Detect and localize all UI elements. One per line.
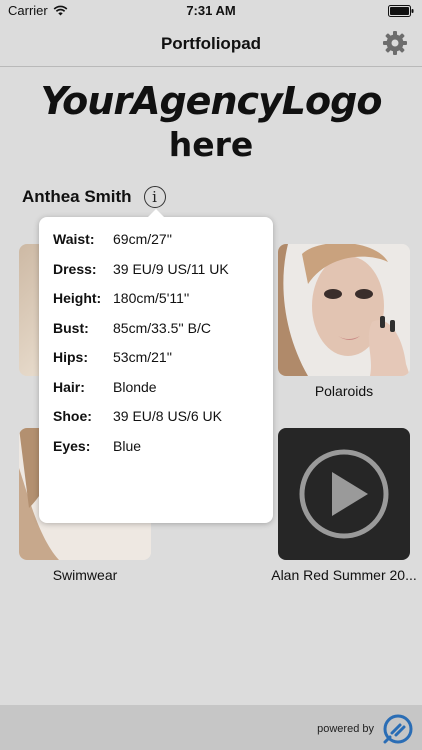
- stat-key: Hair:: [53, 379, 85, 395]
- stat-value: 69cm/27'': [113, 231, 173, 247]
- stat-row-hips: Hips: 53cm/21'': [53, 349, 172, 365]
- stat-key: Eyes:: [53, 438, 91, 454]
- gallery-caption-swimwear[interactable]: Swimwear: [19, 567, 151, 583]
- stat-value: 85cm/33.5'' B/C: [113, 320, 211, 336]
- stat-value: 39 EU/8 US/6 UK: [113, 408, 222, 424]
- battery-icon: [388, 5, 414, 17]
- stat-row-eyes: Eyes: Blue: [53, 438, 141, 454]
- popover-arrow: [147, 209, 165, 218]
- status-bar: Carrier 7:31 AM: [0, 0, 422, 22]
- portfoliopad-logo-icon[interactable]: [382, 713, 414, 745]
- stat-row-hair: Hair: Blonde: [53, 379, 157, 395]
- stat-row-bust: Bust: 85cm/33.5'' B/C: [53, 320, 211, 336]
- gear-icon[interactable]: [382, 30, 408, 56]
- stat-key: Hips:: [53, 349, 88, 365]
- stat-key: Shoe:: [53, 408, 92, 424]
- gallery-caption-video[interactable]: Alan Red Summer 20...: [268, 567, 420, 583]
- agency-logo-line1: YourAgencyLogo: [40, 79, 383, 123]
- gallery-thumb-video[interactable]: [278, 428, 410, 560]
- model-header: Anthea Smith i: [22, 186, 166, 208]
- stat-value: 180cm/5'11'': [113, 290, 190, 306]
- gallery-caption-polaroids[interactable]: Polaroids: [278, 383, 410, 399]
- footer-bar: powered by: [0, 705, 422, 750]
- stat-row-waist: Waist: 69cm/27'': [53, 231, 172, 247]
- gallery-thumb-polaroids[interactable]: [278, 244, 410, 376]
- nav-title: Portfoliopad: [160, 34, 262, 53]
- stat-key: Waist:: [53, 231, 95, 247]
- powered-by-label: powered by: [317, 723, 374, 735]
- navigation-bar: Portfoliopad: [0, 22, 422, 67]
- model-stats-popover: Waist: 69cm/27'' Dress: 39 EU/9 US/11 UK…: [39, 209, 273, 523]
- stat-key: Height:: [53, 290, 102, 306]
- agency-logo-line2: here: [168, 125, 254, 164]
- status-time: 7:31 AM: [186, 3, 236, 18]
- model-name: Anthea Smith: [22, 187, 132, 206]
- polaroids-photo: [278, 244, 410, 376]
- stat-key: Bust:: [53, 320, 89, 336]
- stat-key: Dress:: [53, 261, 97, 277]
- play-icon: [299, 449, 389, 539]
- info-icon[interactable]: i: [143, 186, 166, 208]
- stat-value: Blonde: [113, 379, 157, 395]
- stat-value: 39 EU/9 US/11 UK: [113, 261, 229, 277]
- stat-row-height: Height: 180cm/5'11'': [53, 290, 189, 306]
- stat-row-dress: Dress: 39 EU/9 US/11 UK: [53, 261, 229, 277]
- agency-logo: YourAgencyLogo here: [0, 82, 422, 161]
- stat-row-shoe: Shoe: 39 EU/8 US/6 UK: [53, 408, 222, 424]
- stat-value: Blue: [113, 438, 142, 454]
- stat-value: 53cm/21'': [113, 349, 173, 365]
